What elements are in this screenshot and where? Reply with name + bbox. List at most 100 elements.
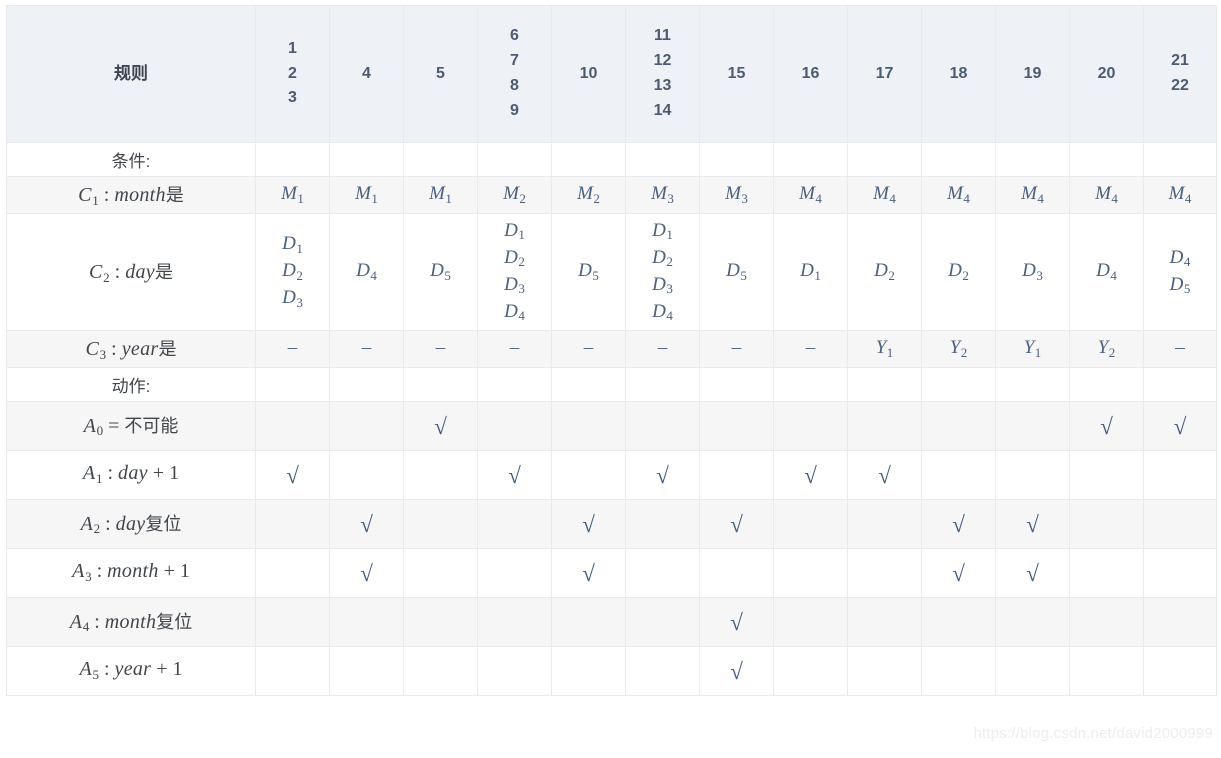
check-cell (255, 498, 330, 549)
check-cell (625, 596, 700, 647)
check-cell (995, 449, 1070, 500)
check-cell (551, 645, 626, 696)
value-symbol: M (577, 183, 593, 205)
value-symbol: D (1022, 260, 1036, 282)
row-label: A3 : month + 1 (6, 547, 256, 598)
spacer-cell (1069, 142, 1144, 177)
value-cell: D1 D2 D3 D4 (477, 212, 552, 331)
check-cell (699, 547, 774, 598)
value-symbol: D (282, 287, 296, 309)
check-cell: √ (625, 449, 700, 500)
header-rule-number: 18 (949, 64, 968, 82)
table-row: A1 : day + 1 √ √ √ √ √ (6, 449, 1217, 500)
label-variable: month (104, 610, 157, 633)
table-row: C3 : year是 – – – – – – – – Y1 Y2 Y1 Y2– (6, 329, 1217, 368)
spacer-cell (625, 142, 700, 177)
value-entry: D4 (332, 258, 401, 285)
check-mark-icon: √ (286, 462, 299, 488)
label-operator: : (106, 337, 122, 360)
label-text: 不可能 (124, 415, 179, 436)
header-row: 规则 1 2 3 4 5 6 7 8 9 10 11 12 13 14 15 16 17 18 19 20 21 22 (6, 5, 1217, 143)
value-entry: D5 (1146, 272, 1214, 299)
value-symbol: M (725, 183, 741, 205)
value-subscript: 1 (445, 190, 452, 206)
header-rule-number: 3 (288, 89, 297, 107)
value-subscript: 2 (518, 254, 525, 270)
value-dash: – (1175, 337, 1185, 359)
check-cell (477, 645, 552, 696)
value-cell: M2 (551, 176, 626, 214)
check-mark-icon: √ (1100, 413, 1113, 439)
table-row: A2 : day复位 √ √ √ √ √ (6, 498, 1217, 549)
check-cell (699, 400, 774, 451)
header-rule-number: 4 (362, 64, 371, 82)
spacer-cell (329, 142, 404, 177)
header-rule-column-2: 4 (329, 5, 404, 143)
check-cell (773, 400, 848, 451)
value-cell: M1 (329, 176, 404, 214)
value-cell: D2 (921, 212, 996, 331)
value-cell: D5 (403, 212, 478, 331)
check-cell: √ (1143, 400, 1217, 451)
value-cell: M4 (1069, 176, 1144, 214)
check-cell (1143, 449, 1217, 500)
value-cell: D1 (773, 212, 848, 331)
check-cell (1143, 498, 1217, 549)
value-symbol: M (355, 183, 371, 205)
check-mark-icon: √ (1026, 511, 1039, 537)
value-subscript: 3 (666, 281, 673, 297)
value-subscript: 2 (593, 190, 600, 206)
row-label: A5 : year + 1 (6, 645, 256, 696)
check-cell: √ (255, 449, 330, 500)
value-entry: Y2 (924, 335, 993, 362)
label-variable: year (121, 337, 159, 360)
value-entry: D2 (850, 258, 919, 285)
value-entry: D4 (1072, 258, 1141, 285)
spacer-cell (773, 366, 848, 402)
check-cell (1069, 547, 1144, 598)
value-symbol: Y (1023, 337, 1035, 359)
value-entry: M4 (924, 181, 993, 208)
check-cell: √ (403, 400, 478, 451)
label-subscript: 5 (92, 666, 99, 682)
row-label: A0 = 不可能 (6, 400, 256, 451)
value-cell: M4 (921, 176, 996, 214)
value-symbol: D (948, 260, 962, 282)
value-entry: D3 (998, 258, 1067, 285)
value-entry: D2 (628, 245, 697, 272)
check-cell (551, 596, 626, 647)
row-label: 条件: (6, 142, 256, 177)
value-entry: D4 (628, 299, 697, 326)
value-subscript: 3 (741, 190, 748, 206)
value-subscript: 4 (1183, 254, 1191, 270)
value-subscript: 4 (666, 308, 673, 324)
value-subscript: 4 (518, 308, 525, 324)
value-cell: D2 (847, 212, 922, 331)
value-symbol: D (652, 246, 666, 268)
check-cell (773, 498, 848, 549)
value-subscript: 1 (886, 344, 894, 360)
check-cell (329, 449, 404, 500)
row-label: A2 : day复位 (6, 498, 256, 549)
header-rule-number: 1 (288, 39, 297, 57)
check-cell (551, 400, 626, 451)
value-dash: – (435, 337, 446, 359)
spacer-cell (403, 142, 478, 177)
value-entry: – (776, 335, 845, 362)
value-symbol: M (1021, 183, 1037, 205)
value-symbol: M (503, 183, 519, 205)
value-cell: D4 (1069, 212, 1144, 331)
value-subscript: 5 (740, 267, 747, 283)
label-variable: day (125, 260, 155, 283)
decision-table: 规则 1 2 3 4 5 6 7 8 9 10 11 12 13 14 15 16 17 18 19 20 21 22 条… (6, 5, 1217, 696)
value-symbol: D (1169, 246, 1184, 268)
label-variable: A (82, 462, 96, 485)
spacer-cell (551, 142, 626, 177)
check-cell (477, 596, 552, 647)
header-rule-number: 22 (1171, 77, 1189, 94)
value-cell: – (1143, 329, 1217, 368)
label-operator: : (89, 610, 105, 633)
label-variable: year (114, 658, 152, 681)
label-variable: day (115, 512, 146, 535)
value-cell: – (699, 329, 774, 368)
